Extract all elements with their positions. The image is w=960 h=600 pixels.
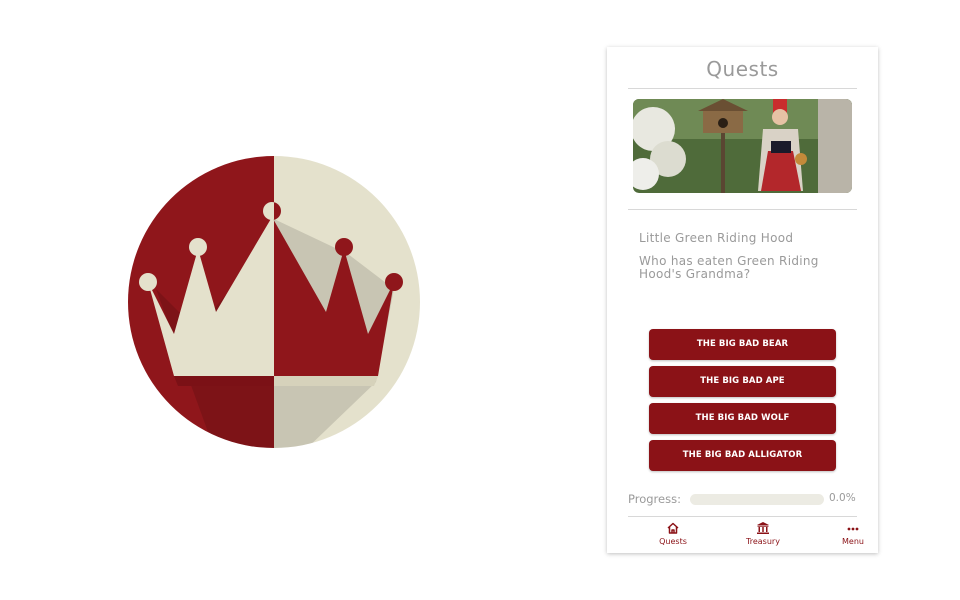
bank-icon: [757, 522, 769, 534]
answer-button-alligator[interactable]: THE BIG BAD ALLIGATOR: [649, 440, 836, 471]
quest-question: Who has eaten Green Riding Hood's Grandm…: [639, 254, 819, 281]
answer-button-ape[interactable]: THE BIG BAD APE: [649, 366, 836, 397]
nav-item-treasury[interactable]: Treasury: [733, 521, 793, 546]
nav-label-quests: Quests: [659, 537, 687, 546]
home-icon: [667, 522, 679, 534]
answer-button-wolf[interactable]: THE BIG BAD WOLF: [649, 403, 836, 434]
page-title: Quests: [628, 57, 857, 89]
nav-label-menu: Menu: [842, 537, 864, 546]
bottom-nav: Quests Treasury Menu: [628, 516, 864, 554]
more-icon: [847, 527, 859, 531]
quest-name: Little Green Riding Hood: [639, 231, 794, 245]
quest-hero-image: [633, 99, 852, 193]
crown-icon: [128, 156, 420, 448]
progress-label: Progress:: [628, 492, 681, 506]
section-divider: [628, 209, 857, 210]
quest-illustration: [633, 99, 852, 193]
progress-bar: [690, 494, 824, 505]
answer-button-bear[interactable]: THE BIG BAD BEAR: [649, 329, 836, 360]
nav-item-quests[interactable]: Quests: [643, 521, 703, 546]
app-logo: [126, 154, 422, 450]
nav-label-treasury: Treasury: [746, 537, 780, 546]
nav-item-menu[interactable]: Menu: [823, 521, 883, 546]
answer-list: THE BIG BAD BEAR THE BIG BAD APE THE BIG…: [649, 329, 836, 477]
phone-screen: Quests Little Green Riding Hood Who has …: [607, 47, 878, 553]
progress-value: 0.0%: [829, 492, 856, 504]
